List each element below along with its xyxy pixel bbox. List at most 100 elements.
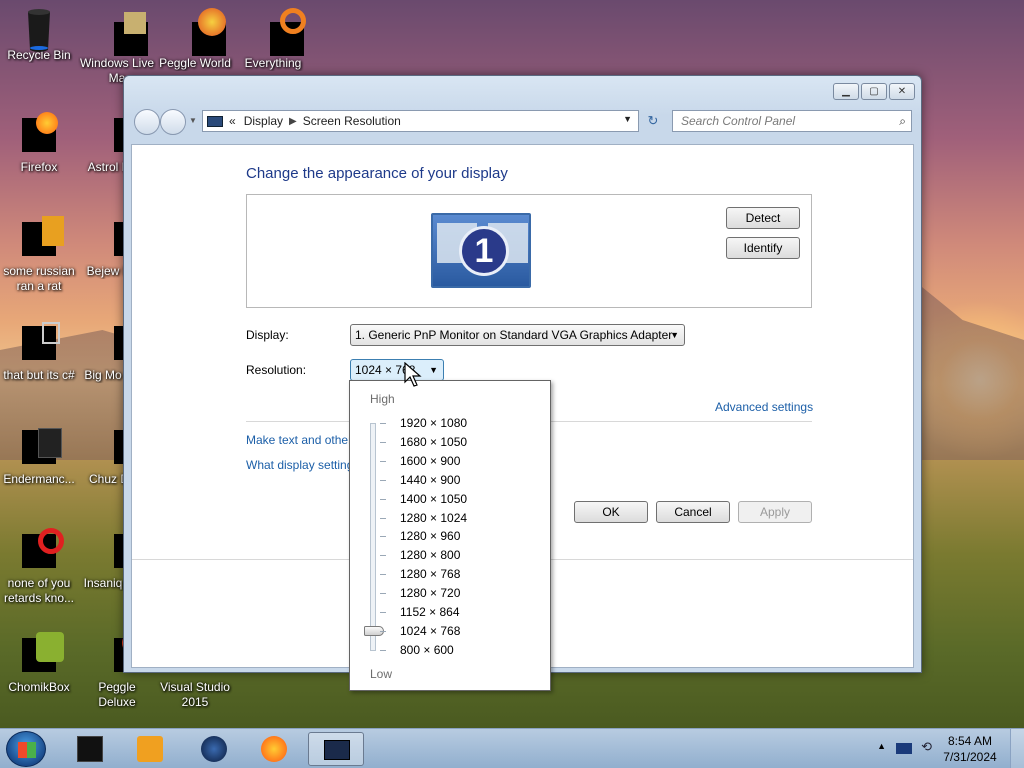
recent-pages-icon[interactable]: ▼	[189, 116, 197, 125]
desktop-icon-recycle-bin[interactable]: Recycle Bin	[0, 8, 78, 63]
advanced-settings-link[interactable]: Advanced settings	[715, 400, 813, 414]
breadcrumb-screen-resolution[interactable]: Screen Resolution	[303, 114, 401, 128]
display-icon	[207, 115, 223, 127]
resolution-option[interactable]: 1680 × 1050	[400, 435, 467, 449]
desktop-icon-everything[interactable]: Everything	[234, 8, 312, 71]
resolution-option[interactable]: 1600 × 900	[400, 454, 460, 468]
display-select[interactable]: 1. Generic PnP Monitor on Standard VGA G…	[350, 324, 685, 346]
slider-tick	[380, 460, 386, 462]
chevron-down-icon: ▼	[670, 330, 679, 340]
monitor-preview-area: 1 Detect Identify	[246, 194, 812, 308]
app-icon	[22, 424, 62, 464]
desktop-icon-none-of-you[interactable]: none of you retards kno...	[0, 528, 78, 606]
firefox-icon	[261, 736, 287, 762]
close-button[interactable]: ✕	[889, 83, 915, 100]
breadcrumb-separator-icon: ▶	[289, 115, 297, 127]
display-icon	[324, 740, 350, 760]
taskbar-app-globe[interactable]	[186, 732, 242, 766]
address-overflow[interactable]: «	[229, 114, 236, 128]
slider-tick	[380, 423, 386, 424]
resolution-option[interactable]: 1440 × 900	[400, 473, 460, 487]
resolution-slider-track[interactable]	[370, 423, 376, 651]
windows-logo-icon	[18, 742, 36, 758]
slider-tick	[380, 612, 386, 613]
display-settings-help-link[interactable]: What display setting	[246, 458, 353, 472]
ok-button[interactable]: OK	[574, 501, 648, 523]
maximize-button[interactable]: ▢	[861, 83, 887, 100]
search-icon	[256, 8, 306, 56]
detect-button[interactable]: Detect	[726, 207, 800, 229]
taskbar-app-media-player[interactable]	[122, 732, 178, 766]
caption-buttons: ▁ ▢ ✕	[833, 83, 915, 100]
minimize-button[interactable]: ▁	[833, 83, 859, 100]
resolution-option[interactable]: 1280 × 800	[400, 548, 460, 562]
apply-button[interactable]: Apply	[738, 501, 812, 523]
resolution-option[interactable]: 1024 × 768	[400, 624, 460, 638]
resolution-option[interactable]: 1280 × 720	[400, 586, 460, 600]
high-label: High	[370, 392, 395, 406]
firefox-icon	[22, 112, 58, 152]
windows-live-icon	[100, 8, 148, 56]
resolution-option[interactable]: 800 × 600	[400, 643, 454, 657]
slider-tick	[380, 498, 386, 500]
show-hidden-icons-icon[interactable]: ▲	[877, 741, 886, 751]
page-title: Change the appearance of your display	[246, 165, 508, 182]
slider-tick	[380, 441, 386, 443]
refresh-icon[interactable]: ↻	[642, 110, 664, 132]
desktop-icon-that-but-its-c[interactable]: that but its c#	[0, 320, 78, 383]
low-label: Low	[370, 667, 393, 681]
navigation-bar: ▼ « Display ▶ Screen Resolution ▼ ↻ Sear…	[132, 108, 912, 135]
resolution-select[interactable]: 1024 × 768 ▼	[350, 359, 444, 381]
address-dropdown-icon[interactable]: ▼	[623, 114, 632, 124]
taskbar-app-firefox[interactable]	[246, 732, 302, 766]
sync-icon[interactable]: ⟲	[921, 739, 932, 755]
search-icon[interactable]: ⌕	[899, 114, 906, 129]
terminal-icon	[77, 736, 103, 762]
slider-tick	[380, 479, 386, 481]
breadcrumb-display[interactable]: Display	[244, 114, 283, 128]
chevron-down-icon: ▼	[429, 365, 438, 375]
desktop-icon-russian-rat[interactable]: some russian ran a rat	[0, 216, 78, 294]
slider-tick	[380, 593, 386, 595]
resolution-dropdown: High 1920 × 1080 1680 × 1050 1600 × 900 144…	[349, 380, 551, 691]
forward-button[interactable]	[160, 109, 186, 135]
desktop-icon-chomikbox[interactable]: ChomikBox	[0, 632, 78, 695]
taskbar-app-terminal[interactable]	[62, 732, 118, 766]
file-icon	[22, 216, 64, 256]
display-label: Display:	[246, 328, 289, 342]
resolution-option[interactable]: 1400 × 1050	[400, 492, 467, 506]
resolution-option[interactable]: 1152 × 864	[400, 605, 460, 619]
resolution-option[interactable]: 1280 × 1024	[400, 511, 467, 525]
globe-icon	[201, 736, 227, 762]
slider-tick	[380, 649, 386, 651]
mouse-cursor-icon	[404, 362, 422, 387]
monitor-1-image[interactable]: 1	[431, 213, 531, 288]
slider-tick	[380, 517, 386, 519]
taskbar: ▲ ⟲ 8:54 AM 7/31/2024	[0, 728, 1024, 768]
desktop-icon-firefox[interactable]: Firefox	[0, 112, 78, 175]
resolution-option[interactable]: 1280 × 768	[400, 567, 460, 581]
clock[interactable]: 8:54 AM 7/31/2024	[940, 733, 1000, 765]
slider-tick	[380, 574, 386, 576]
resolution-label: Resolution:	[246, 363, 307, 377]
slider-tick	[380, 536, 386, 538]
search-input[interactable]: Search Control Panel ⌕	[672, 110, 912, 132]
hamster-icon	[22, 632, 64, 672]
resolution-option[interactable]: 1280 × 960	[400, 529, 460, 543]
resolution-option[interactable]: 1920 × 1080	[400, 416, 467, 430]
desktop-icon-peggle-world[interactable]: Peggle World	[156, 8, 234, 71]
start-button[interactable]	[6, 731, 46, 767]
taskbar-app-control-panel[interactable]	[308, 732, 364, 766]
make-text-larger-link[interactable]: Make text and other	[246, 433, 352, 447]
recycle-bin-icon	[22, 8, 56, 52]
slider-tick	[380, 555, 386, 557]
back-button[interactable]	[134, 109, 160, 135]
identify-button[interactable]: Identify	[726, 237, 800, 259]
show-desktop-button[interactable]	[1010, 729, 1024, 768]
peggle-icon	[178, 8, 226, 56]
desktop-icon-endermanch[interactable]: Endermanc...	[0, 424, 78, 487]
cancel-button[interactable]: Cancel	[656, 501, 730, 523]
network-icon[interactable]	[896, 743, 912, 754]
monitor-number: 1	[459, 226, 509, 276]
address-bar[interactable]: « Display ▶ Screen Resolution ▼	[202, 110, 639, 132]
